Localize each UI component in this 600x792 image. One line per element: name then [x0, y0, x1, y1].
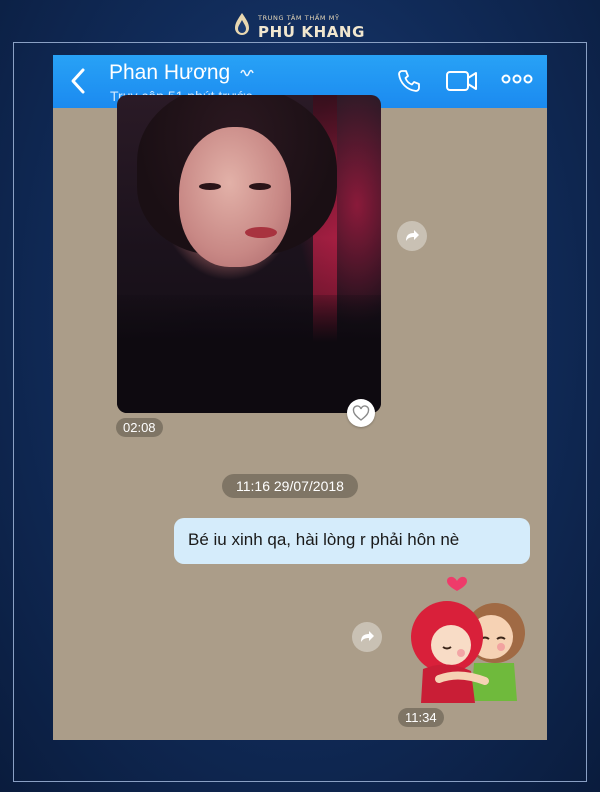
photo-lips [245, 227, 277, 238]
sticker-heart-icon [447, 576, 467, 591]
brand-header: TRUNG TÂM THẨM MỸ PHÚ KHANG [0, 8, 600, 42]
brand-name: PHÚ KHANG [258, 23, 366, 41]
react-heart-button[interactable] [347, 399, 375, 427]
received-photo[interactable] [117, 95, 381, 413]
forward-photo-button[interactable] [397, 221, 427, 251]
date-separator: 11:16 29/07/2018 [222, 474, 358, 498]
sticker-timestamp: 11:34 [398, 708, 444, 727]
contact-name[interactable]: Phan Hương [109, 61, 254, 85]
photo-eye-left [199, 183, 221, 190]
hug-kiss-sticker[interactable] [399, 567, 529, 707]
brand-subtitle: TRUNG TÂM THẨM MỸ [258, 14, 340, 22]
photo-body [117, 295, 381, 413]
more-icon[interactable] [501, 73, 533, 85]
wave-icon [240, 70, 254, 77]
sent-message-bubble[interactable]: Bé iu xinh qa, hài lòng r phải hôn nè [174, 518, 530, 564]
brand-logo-icon [235, 13, 249, 35]
phone-icon[interactable] [395, 67, 423, 95]
heart-icon [352, 405, 370, 421]
photo-timestamp: 02:08 [116, 418, 163, 437]
video-call-icon[interactable] [445, 67, 479, 95]
photo-face [179, 127, 291, 267]
forward-icon [361, 631, 374, 642]
back-icon[interactable] [69, 67, 89, 95]
forward-sticker-button[interactable] [352, 622, 382, 652]
contact-name-text: Phan Hương [109, 61, 231, 84]
forward-icon [406, 230, 419, 241]
photo-eye-right [249, 183, 271, 190]
chat-screen: Phan Hương Truy cập 51 phút trước [53, 55, 547, 740]
